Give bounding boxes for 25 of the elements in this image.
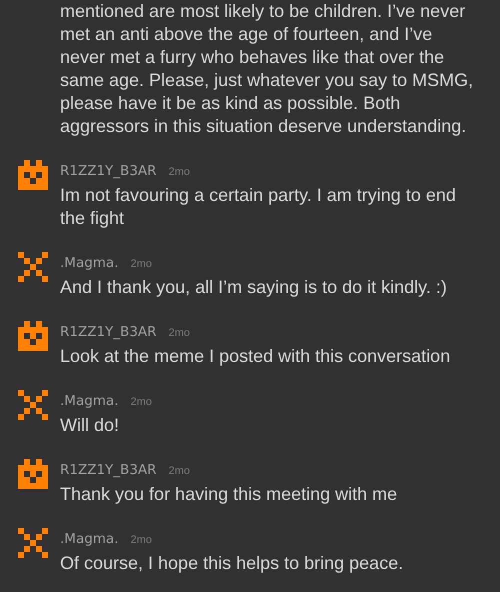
comment-text: Look at the meme I posted with this conversation xyxy=(60,345,452,368)
timestamp: 2mo xyxy=(130,533,152,548)
pixel-face-avatar-icon xyxy=(18,160,48,190)
comment-text: Of course, I hope this helps to bring peace. xyxy=(60,552,404,575)
username[interactable]: .Magma. xyxy=(60,254,118,272)
username[interactable]: R1ZZ1Y_B3AR xyxy=(60,162,157,180)
pixel-face-avatar-icon xyxy=(18,321,48,351)
username[interactable]: .Magma. xyxy=(60,530,118,548)
comment-text: Thank you for having this meeting with me xyxy=(60,483,398,506)
pixel-cross-avatar-icon xyxy=(18,528,48,558)
pixel-cross-avatar-icon xyxy=(18,390,48,420)
comment-text: And I thank you, all I’m saying is to do it kindly. :) xyxy=(60,276,448,299)
timestamp: 2mo xyxy=(130,395,152,410)
pixel-face-avatar-icon xyxy=(18,459,48,489)
comment-text: mentioned are most likely to be children. I’ve never met an anti above the age of fourteen, and I’ve never met a furry who behaves like that over the same age. Please, just whatever you say to MSMG, please have it be as kind as possible. Both aggressors in this situation deserve understanding. xyxy=(60,0,474,138)
timestamp: 2mo xyxy=(168,165,190,180)
comment-text: Will do! xyxy=(60,414,120,437)
pixel-cross-avatar-icon xyxy=(18,252,48,282)
username[interactable]: R1ZZ1Y_B3AR xyxy=(60,323,157,341)
username[interactable]: .Magma. xyxy=(60,392,118,410)
comment-text: Im not favouring a certain party. I am trying to end the fight xyxy=(60,184,457,230)
timestamp: 2mo xyxy=(168,464,190,479)
timestamp: 2mo xyxy=(168,326,190,341)
username[interactable]: R1ZZ1Y_B3AR xyxy=(60,461,157,479)
timestamp: 2mo xyxy=(130,257,152,272)
